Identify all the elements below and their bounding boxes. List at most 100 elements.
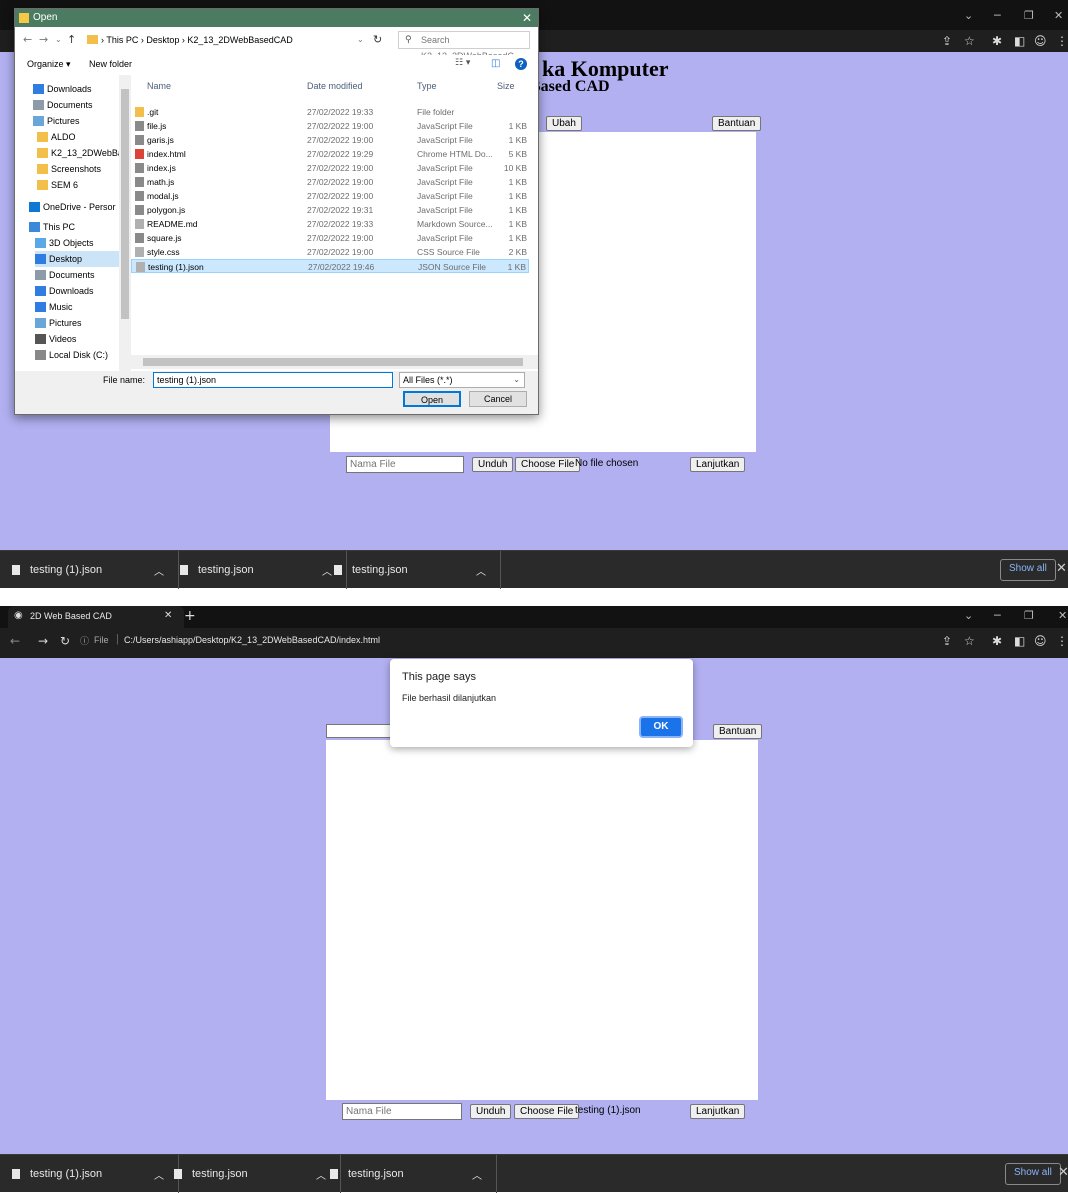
- tab-close-icon[interactable]: ✕: [164, 610, 172, 621]
- help-icon[interactable]: ?: [515, 58, 527, 70]
- restore-icon[interactable]: ❐: [1024, 9, 1034, 22]
- chevron-up-icon[interactable]: ︿: [476, 563, 486, 578]
- nav-item[interactable]: Videos: [35, 331, 127, 347]
- profile-avatar-icon[interactable]: ☺: [1034, 34, 1047, 48]
- nav-item[interactable]: Desktop: [35, 251, 127, 267]
- file-row[interactable]: testing (1).json 27/02/2022 19:46 JSON Sou…: [131, 259, 529, 273]
- reload-icon[interactable]: ↻: [60, 634, 70, 648]
- ubah-button[interactable]: Ubah: [546, 116, 582, 131]
- shape-input[interactable]: [326, 724, 396, 738]
- file-type-select[interactable]: All Files (*.*) ⌄: [399, 372, 525, 388]
- download-item[interactable]: testing.json ︿: [168, 551, 347, 589]
- file-row[interactable]: README.md 27/02/2022 19:33 Markdown Source…: [131, 217, 529, 231]
- nav-item[interactable]: Local Disk (C:): [35, 347, 127, 363]
- menu-icon[interactable]: ⋮: [1056, 634, 1068, 648]
- download-item[interactable]: testing.json ︿: [322, 551, 501, 589]
- file-row[interactable]: math.js 27/02/2022 19:00 JavaScript File 1 …: [131, 175, 529, 189]
- recent-locations-icon[interactable]: ⌄: [55, 35, 62, 44]
- menu-icon[interactable]: ⋮: [1056, 34, 1068, 48]
- sidepanel-icon[interactable]: ◧: [1014, 634, 1025, 648]
- tab-active[interactable]: ◉ 2D Web Based CAD ✕: [8, 606, 184, 628]
- bantuan-button[interactable]: Bantuan: [712, 116, 762, 131]
- file-row[interactable]: .git 27/02/2022 19:33 File folder: [131, 105, 529, 119]
- lanjutkan-button[interactable]: Lanjutkan: [690, 1104, 746, 1119]
- nav-item[interactable]: Pictures: [35, 315, 127, 331]
- show-all-button[interactable]: Show all: [1000, 559, 1056, 581]
- bantuan-button[interactable]: Bantuan: [713, 724, 763, 739]
- drawing-canvas[interactable]: [326, 740, 758, 1100]
- sidepanel-icon[interactable]: ◧: [1014, 34, 1025, 48]
- tab-search-icon[interactable]: ⌄: [964, 609, 973, 622]
- column-size[interactable]: Size: [497, 81, 515, 91]
- forward-arrow-icon[interactable]: →: [39, 33, 48, 46]
- extensions-icon[interactable]: ✱: [992, 634, 1002, 648]
- unduh-button[interactable]: Unduh: [472, 457, 514, 472]
- show-all-button[interactable]: Show all: [1005, 1163, 1061, 1185]
- view-options-icon[interactable]: ☷ ▾: [455, 58, 470, 68]
- download-item[interactable]: testing.json ︿: [162, 1155, 341, 1193]
- nama-file-input[interactable]: Nama File: [342, 1103, 462, 1120]
- unduh-button[interactable]: Unduh: [470, 1104, 512, 1119]
- close-window-icon[interactable]: ✕: [1058, 609, 1067, 622]
- tab-search-icon[interactable]: ⌄: [964, 9, 973, 22]
- organize-menu[interactable]: Organize ▾: [27, 59, 71, 70]
- refresh-icon[interactable]: ↻: [373, 33, 382, 46]
- nav-item[interactable]: OneDrive - Persor: [29, 199, 121, 215]
- nav-item[interactable]: K2_13_2DWebBa: [37, 145, 129, 161]
- file-row[interactable]: index.html 27/02/2022 19:29 Chrome HTML Do…: [131, 147, 529, 161]
- nama-file-input[interactable]: Nama File: [346, 456, 464, 473]
- info-icon[interactable]: ⓘ: [80, 634, 89, 647]
- nav-scrollbar[interactable]: [119, 75, 131, 371]
- new-tab-icon[interactable]: +: [184, 608, 196, 624]
- close-downloads-icon[interactable]: ✕: [1058, 1165, 1068, 1180]
- up-arrow-icon[interactable]: ↑: [67, 33, 76, 46]
- back-arrow-icon[interactable]: ←: [23, 33, 32, 46]
- address-dropdown-icon[interactable]: ⌄: [357, 35, 364, 44]
- file-list-hscrollbar[interactable]: [131, 355, 538, 369]
- nav-item[interactable]: Screenshots: [37, 161, 129, 177]
- nav-item[interactable]: SEM 6: [37, 177, 129, 193]
- cancel-button[interactable]: Cancel: [469, 391, 527, 407]
- file-row[interactable]: index.js 27/02/2022 19:00 JavaScript File 1…: [131, 161, 529, 175]
- forward-icon[interactable]: →: [38, 634, 48, 648]
- minimize-icon[interactable]: ─: [994, 9, 1001, 22]
- file-row[interactable]: file.js 27/02/2022 19:00 JavaScript File 1 …: [131, 119, 529, 133]
- nav-scroll-thumb[interactable]: [121, 89, 129, 319]
- nav-item[interactable]: Downloads: [33, 81, 125, 97]
- choose-file-button[interactable]: Choose File: [515, 457, 581, 472]
- nav-item[interactable]: Documents: [35, 267, 127, 283]
- column-name[interactable]: Name: [147, 81, 171, 91]
- close-window-icon[interactable]: ✕: [1054, 9, 1063, 22]
- dialog-close-icon[interactable]: ✕: [522, 9, 532, 27]
- minimize-icon[interactable]: ─: [994, 609, 1001, 622]
- restore-icon[interactable]: ❐: [1024, 609, 1034, 622]
- close-downloads-icon[interactable]: ✕: [1056, 561, 1067, 576]
- file-row[interactable]: style.css 27/02/2022 19:00 CSS Source File…: [131, 245, 529, 259]
- nav-item[interactable]: 3D Objects: [35, 235, 127, 251]
- share-icon[interactable]: ⇪: [942, 34, 952, 48]
- preview-pane-icon[interactable]: ◫: [491, 58, 500, 69]
- back-icon[interactable]: ←: [10, 634, 20, 648]
- file-row[interactable]: garis.js 27/02/2022 19:00 JavaScript File 1…: [131, 133, 529, 147]
- nav-item[interactable]: Downloads: [35, 283, 127, 299]
- download-item[interactable]: testing.json ︿: [318, 1155, 497, 1193]
- nav-item[interactable]: ALDO: [37, 129, 129, 145]
- file-name-input[interactable]: testing (1).json: [153, 372, 393, 388]
- download-item[interactable]: testing (1).json ︿: [0, 551, 179, 589]
- omnibox[interactable]: ⓘ File | C:/Users/ashiapp/Desktop/K2_13_…: [78, 631, 928, 651]
- nav-item[interactable]: This PC: [29, 219, 121, 235]
- hscroll-thumb[interactable]: [143, 358, 523, 366]
- new-folder-button[interactable]: New folder: [89, 59, 132, 69]
- chevron-up-icon[interactable]: ︿: [154, 563, 164, 578]
- chevron-up-icon[interactable]: ︿: [472, 1167, 482, 1182]
- column-type[interactable]: Type: [417, 81, 437, 91]
- open-button[interactable]: Open: [403, 391, 461, 407]
- bookmark-star-icon[interactable]: ☆: [964, 634, 975, 648]
- column-date[interactable]: Date modified: [307, 81, 363, 91]
- search-input[interactable]: ⚲ Search K2_13_2DWebBasedC...: [398, 31, 530, 61]
- lanjutkan-button[interactable]: Lanjutkan: [690, 457, 746, 472]
- address-breadcrumb[interactable]: › This PC › Desktop › K2_13_2DWebBasedCA…: [85, 31, 385, 49]
- bookmark-star-icon[interactable]: ☆: [964, 34, 975, 48]
- file-row[interactable]: modal.js 27/02/2022 19:00 JavaScript File 1…: [131, 189, 529, 203]
- choose-file-button[interactable]: Choose File: [514, 1104, 580, 1119]
